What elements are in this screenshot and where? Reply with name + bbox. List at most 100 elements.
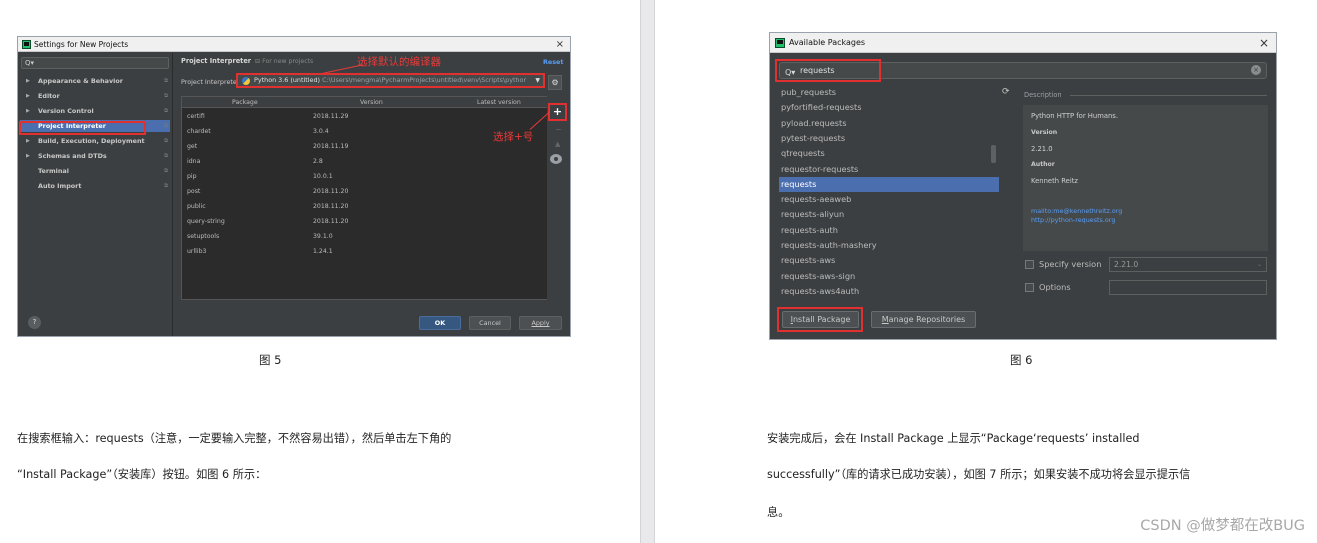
sidebar-item[interactable]: Auto Import ⧉	[20, 180, 170, 192]
package-name-cell: query-string	[187, 218, 225, 225]
sidebar-item[interactable]: Editor ⧉	[20, 90, 170, 102]
copy-icon: ⧉	[164, 168, 168, 174]
specify-version-label: Specify version	[1039, 259, 1102, 269]
sidebar-item[interactable]: Appearance & Behavior ⧉	[20, 75, 170, 87]
sidebar-item[interactable]: Version Control ⧉	[20, 105, 170, 117]
sidebar-item[interactable]: Build, Execution, Deployment ⧉	[20, 135, 170, 147]
close-icon[interactable]: ×	[1259, 33, 1269, 53]
author-email-link[interactable]: mailto:me@kennethreitz.org	[1031, 207, 1122, 215]
ok-button[interactable]: OK	[419, 316, 461, 330]
homepage-link[interactable]: http://python-requests.org	[1031, 216, 1115, 224]
sidebar-item-label: Build, Execution, Deployment	[38, 137, 145, 145]
list-item[interactable]: requests	[779, 176, 999, 193]
version-select[interactable]: 2.21.0 ⌄	[1109, 257, 1267, 272]
description-author-label: Author	[1031, 161, 1055, 168]
list-item[interactable]: requests-auth-mashery	[779, 238, 999, 253]
close-icon[interactable]: ×	[556, 37, 564, 52]
eye-icon[interactable]	[550, 154, 562, 164]
figure-caption-5: 图 5	[259, 353, 282, 367]
clear-search-icon[interactable]: ×	[1251, 65, 1261, 75]
copy-icon: ⧉	[164, 153, 168, 159]
list-item[interactable]: requests-aws4auth	[779, 284, 999, 297]
manage-repositories-button[interactable]: Manage Repositories	[871, 311, 976, 328]
package-version-cell: 10.0.1	[313, 173, 333, 180]
paragraph-line: 安装完成后，会在 Install Package 上显示“Package‘req…	[767, 432, 1140, 445]
pycharm-app-icon	[22, 40, 31, 49]
copy-icon: ⧉	[164, 78, 168, 84]
list-item[interactable]: requests-aeaweb	[779, 192, 999, 207]
list-item[interactable]: requests-auth	[779, 223, 999, 238]
table-row[interactable]: certifi 2018.11.29	[182, 109, 561, 124]
copy-icon: ⧉	[164, 108, 168, 114]
table-row[interactable]: urllib3 1.24.1	[182, 244, 561, 259]
package-name-cell: certifi	[187, 113, 205, 120]
list-item[interactable]: pub_requests	[779, 85, 999, 100]
left-page: Settings for New Projects × Q▾ Appearanc…	[0, 0, 640, 543]
settings-search-input[interactable]: Q▾	[21, 57, 169, 69]
specify-version-checkbox[interactable]	[1025, 260, 1034, 269]
description-divider	[1070, 95, 1267, 96]
list-item[interactable]: qtrequests	[779, 146, 999, 161]
annotation-select-interpreter: 选择默认的编译器	[357, 56, 441, 68]
table-row[interactable]: query-string 2018.11.20	[182, 214, 561, 229]
apply-button[interactable]: Apply	[519, 316, 562, 330]
gear-icon[interactable]: ⚙	[548, 75, 562, 90]
list-item[interactable]: requestor-requests	[779, 162, 999, 177]
refresh-icon[interactable]: ⟳	[1002, 87, 1010, 97]
reset-link[interactable]: Reset	[543, 58, 563, 66]
package-version-cell: 1.24.1	[313, 248, 333, 255]
table-row[interactable]: setuptools 39.1.0	[182, 229, 561, 244]
table-row[interactable]: idna 2.8	[182, 154, 561, 169]
add-package-button[interactable]: +	[548, 103, 567, 121]
package-name-cell: chardet	[187, 128, 211, 135]
package-name-cell: pip	[187, 173, 197, 180]
options-checkbox[interactable]	[1025, 283, 1034, 292]
csdn-watermark: CSDN @做梦都在改BUG	[1140, 518, 1305, 534]
package-name-cell: public	[187, 203, 206, 210]
paragraph-line: 息。	[767, 506, 790, 519]
sidebar-item[interactable]: Terminal ⧉	[20, 165, 170, 177]
chevron-down-icon: ⌄	[1256, 261, 1262, 268]
interpreter-select[interactable]: Python 3.6 (untitled) C:\Users\mengma\Py…	[236, 73, 545, 88]
list-item[interactable]: requests-aliyun	[779, 207, 999, 222]
list-item[interactable]: pyload.requests	[779, 116, 999, 131]
panel-subtitle: ⊟ For new projects	[255, 58, 314, 65]
interpreter-value: Python 3.6 (untitled)	[254, 76, 321, 84]
manage-button-label: anage Repositories	[888, 315, 966, 324]
interpreter-path: C:\Users\mengma\PycharmProjects\untitled…	[320, 76, 527, 84]
sidebar-item[interactable]: Schemas and DTDs ⧉	[20, 150, 170, 162]
copy-icon: ⧉	[164, 138, 168, 144]
column-header-latest-version[interactable]: Latest version	[477, 97, 521, 108]
sidebar-item-label: Schemas and DTDs	[38, 152, 107, 160]
pycharm-app-icon	[775, 38, 785, 48]
description-version: 2.21.0	[1031, 145, 1053, 153]
copy-icon: ⧉	[164, 183, 168, 189]
panel-title: Project Interpreter	[181, 57, 252, 65]
description-label: Description	[1024, 91, 1062, 99]
package-name-cell: setuptools	[187, 233, 220, 240]
package-name-cell: idna	[187, 158, 201, 165]
remove-package-button[interactable]: −	[555, 125, 562, 134]
column-header-package[interactable]: Package	[232, 97, 258, 108]
cancel-button[interactable]: Cancel	[469, 316, 511, 330]
options-input[interactable]	[1109, 280, 1267, 295]
package-version-cell: 3.0.4	[313, 128, 329, 135]
table-row[interactable]: post 2018.11.20	[182, 184, 561, 199]
package-name-cell: get	[187, 143, 198, 150]
package-name-cell: post	[187, 188, 201, 195]
help-button[interactable]: ?	[28, 316, 41, 329]
list-item[interactable]: pytest-requests	[779, 131, 999, 146]
packages-table: Package Version Latest version certifi 20…	[181, 96, 562, 300]
package-name-cell: urllib3	[187, 248, 207, 255]
settings-dialog-title: Settings for New Projects	[34, 40, 129, 49]
table-row[interactable]: pip 10.0.1	[182, 169, 561, 184]
sidebar-item-label: Version Control	[38, 107, 94, 115]
list-item[interactable]: pyfortified-requests	[779, 100, 999, 115]
list-item[interactable]: requests-aws-sign	[779, 269, 999, 284]
list-item[interactable]: requests-aws	[779, 253, 999, 268]
upgrade-package-button[interactable]: ▲	[555, 140, 560, 148]
column-header-version[interactable]: Version	[360, 97, 383, 108]
table-row[interactable]: public 2018.11.20	[182, 199, 561, 214]
paragraph-line: successfully”（库的请求已成功安装），如图 7 所示；如果安装不成功…	[767, 468, 1191, 481]
package-list-scrollbar[interactable]	[991, 145, 996, 163]
